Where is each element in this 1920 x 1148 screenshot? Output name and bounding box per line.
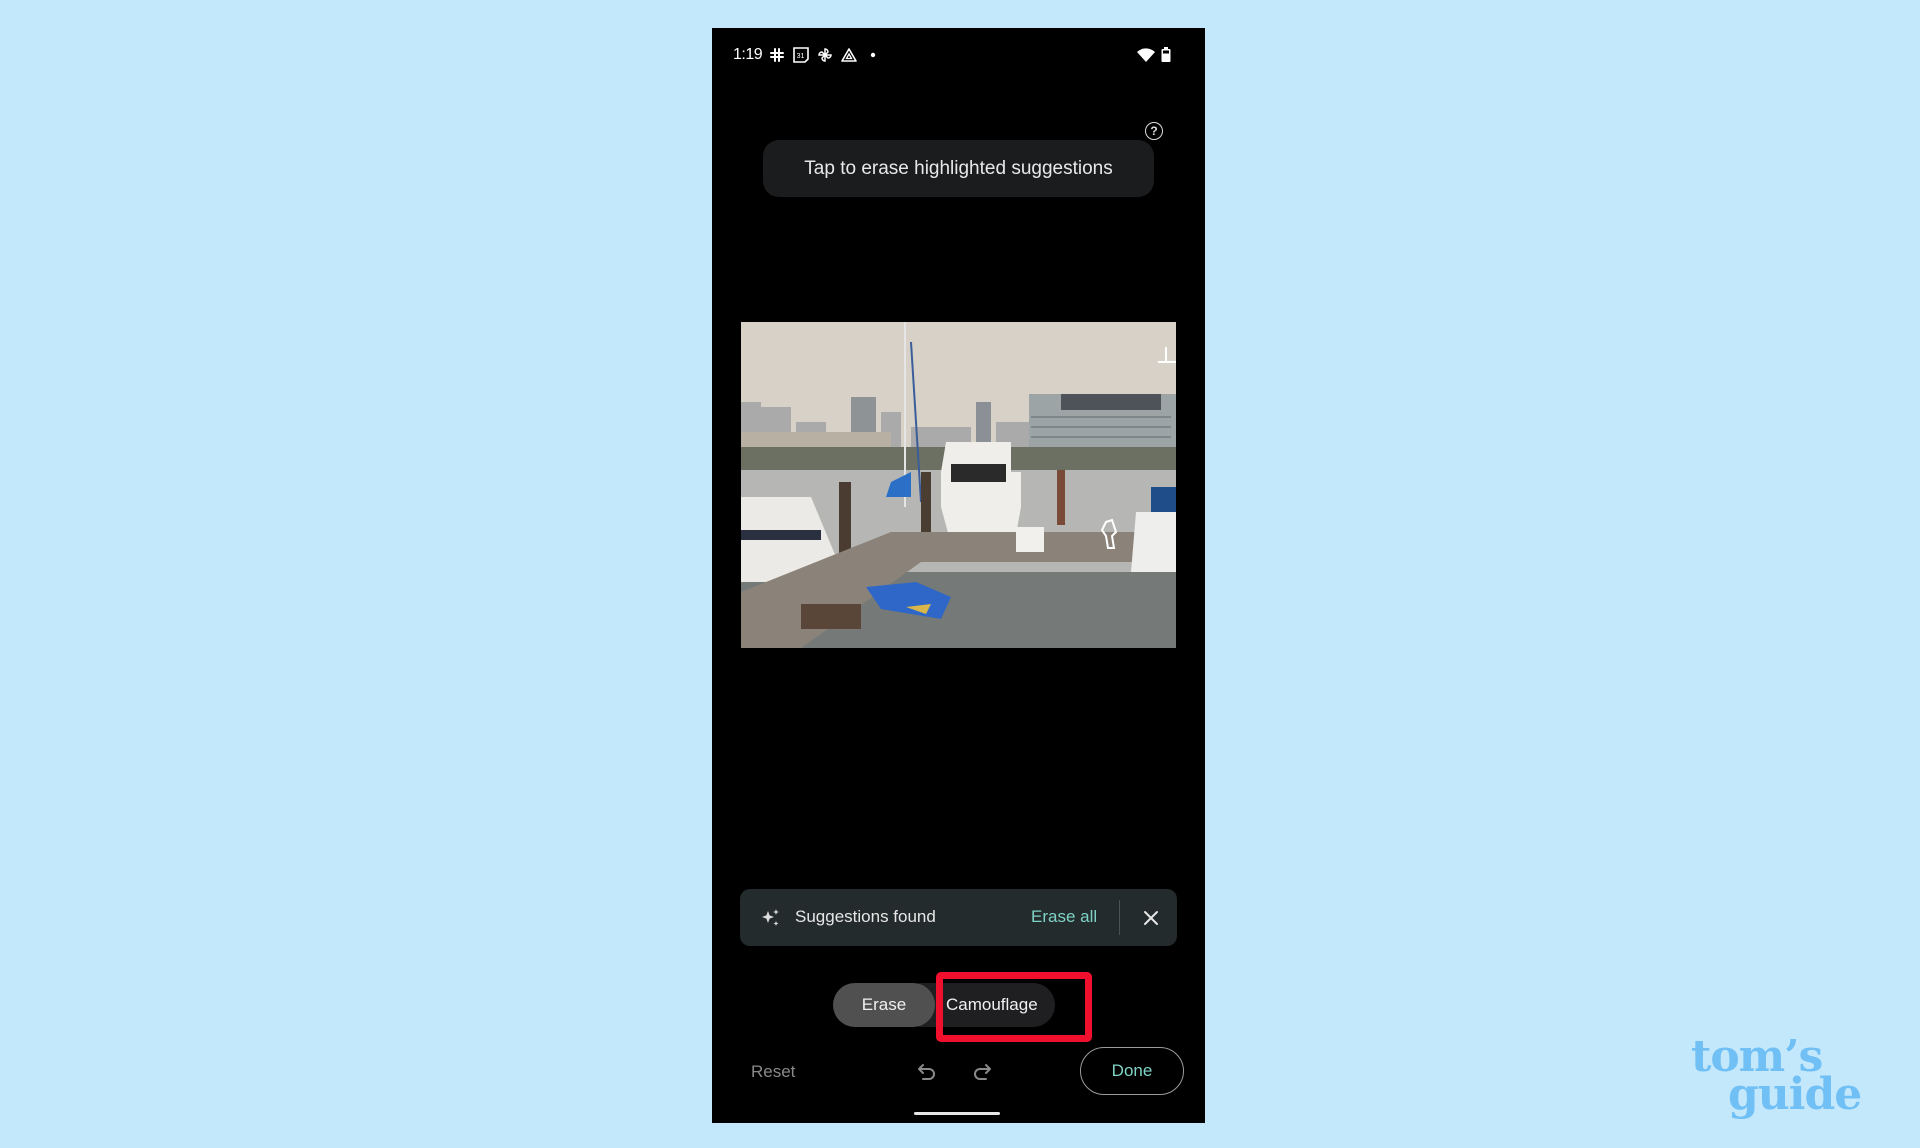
redo-icon[interactable] <box>969 1059 995 1085</box>
photo-canvas[interactable] <box>741 322 1176 648</box>
reset-button[interactable]: Reset <box>751 1062 795 1082</box>
divider <box>1119 900 1120 935</box>
slack-icon <box>770 48 784 62</box>
drive-icon <box>841 48 857 62</box>
wifi-icon <box>1137 48 1155 62</box>
help-icon[interactable]: ? <box>1145 122 1163 140</box>
erase-all-button[interactable]: Erase all <box>1031 907 1097 927</box>
suggestions-bar: Suggestions found Erase all <box>740 889 1177 946</box>
mode-erase-button[interactable]: Erase <box>833 983 935 1027</box>
battery-icon <box>1161 47 1171 62</box>
svg-text:31: 31 <box>797 53 805 60</box>
home-indicator[interactable] <box>914 1112 1000 1115</box>
done-button[interactable]: Done <box>1080 1047 1184 1095</box>
sparkle-icon <box>762 909 779 926</box>
status-bar: 1:19 31 <box>712 28 1205 84</box>
mode-camouflage-button[interactable]: Camouflage <box>919 983 1055 1027</box>
calendar-icon: 31 <box>793 47 809 63</box>
pinwheel-icon <box>818 48 832 62</box>
suggestions-label: Suggestions found <box>795 907 936 926</box>
mode-toggle: Erase Camouflage <box>833 981 1079 1029</box>
logo-line-2: guide <box>1728 1069 1862 1120</box>
hint-tooltip: Tap to erase highlighted suggestions <box>763 140 1154 197</box>
status-time: 1:19 <box>733 46 763 63</box>
marina-photo[interactable] <box>741 322 1176 648</box>
close-icon[interactable] <box>1136 903 1166 933</box>
camouflage-label: Camouflage <box>946 995 1038 1014</box>
toms-guide-logo: tom’s guide <box>1691 1035 1862 1120</box>
undo-icon[interactable] <box>914 1059 940 1085</box>
dot-icon <box>870 52 876 58</box>
phone-screen: 1:19 31 ? Tap to erase highlighted sugge… <box>712 28 1205 1123</box>
